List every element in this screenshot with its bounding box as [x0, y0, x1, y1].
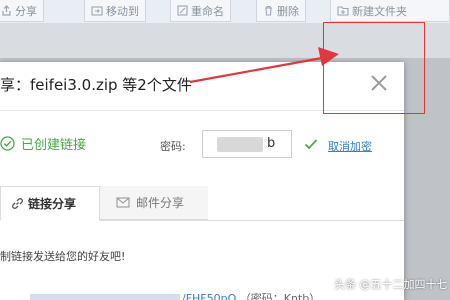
watermark: 头条 @五十二加四十七	[318, 276, 448, 292]
watermark-text: 头条 @五十二加四十七	[334, 278, 448, 291]
annotation-arrow	[189, 47, 339, 84]
toutiao-logo-icon	[318, 277, 331, 291]
